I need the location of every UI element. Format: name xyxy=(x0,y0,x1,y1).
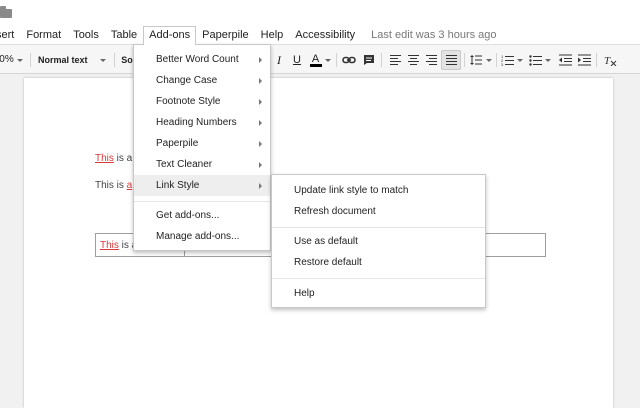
text-color-letter: A xyxy=(311,52,320,65)
svg-text:3: 3 xyxy=(501,62,504,66)
menu-divider xyxy=(134,201,270,202)
caret-icon xyxy=(545,58,551,62)
caret-icon xyxy=(16,58,23,62)
submenu-arrow-icon xyxy=(259,183,262,189)
toolbar: 0% Normal text So I U A 123 T xyxy=(0,44,640,74)
menu-accessibility[interactable]: Accessibility xyxy=(289,26,361,44)
update-link-style-item[interactable]: Update link style to match xyxy=(272,180,485,201)
styled-link[interactable]: a xyxy=(127,180,133,191)
addon-better-word-count[interactable]: Better Word Count xyxy=(134,49,270,70)
addon-text-cleaner[interactable]: Text Cleaner xyxy=(134,154,270,175)
zoom-value: 0% xyxy=(0,54,14,65)
menu-item-label: Footnote Style xyxy=(156,96,221,107)
menu-divider xyxy=(272,278,485,279)
menu-format[interactable]: Format xyxy=(20,26,67,44)
toolbar-divider xyxy=(496,53,497,67)
caret-icon xyxy=(324,58,331,62)
document-paragraph[interactable]: This is a xyxy=(95,153,132,164)
menu-item-label: Heading Numbers xyxy=(156,117,237,128)
paragraph-text: This is xyxy=(95,180,127,191)
toolbar-divider xyxy=(381,53,382,67)
menu-addons[interactable]: Add-ons xyxy=(143,25,197,45)
get-addons-item[interactable]: Get add-ons... xyxy=(134,205,270,226)
help-item[interactable]: Help xyxy=(272,283,485,304)
menu-tools[interactable]: Tools xyxy=(67,26,105,44)
bulleted-list-icon[interactable] xyxy=(528,50,552,70)
menu-item-label: Link Style xyxy=(156,180,200,191)
refresh-document-item[interactable]: Refresh document xyxy=(272,201,485,222)
use-as-default-item[interactable]: Use as default xyxy=(272,231,485,252)
menu-insert[interactable]: sert xyxy=(0,26,20,44)
submenu-arrow-icon xyxy=(259,78,262,84)
caret-icon xyxy=(517,58,523,62)
addon-footnote-style[interactable]: Footnote Style xyxy=(134,91,270,112)
line-spacing-icon[interactable] xyxy=(468,50,492,70)
addon-change-case[interactable]: Change Case xyxy=(134,70,270,91)
text-color-swatch xyxy=(309,63,322,67)
svg-text:T: T xyxy=(604,55,611,66)
menu-divider xyxy=(272,227,485,228)
menu-help[interactable]: Help xyxy=(255,26,290,44)
numbered-list-icon[interactable]: 123 xyxy=(500,50,524,70)
align-justify-icon[interactable] xyxy=(441,50,461,70)
submenu-arrow-icon xyxy=(259,162,262,168)
underline-button[interactable]: U xyxy=(288,50,306,70)
italic-button[interactable]: I xyxy=(270,50,288,70)
top-bar: sert Format Tools Table Add-ons Paperpil… xyxy=(0,0,640,45)
menu-table[interactable]: Table xyxy=(105,26,143,44)
font-select[interactable]: So xyxy=(120,50,134,70)
style-value: Normal text xyxy=(38,55,88,65)
text-color-button[interactable]: A xyxy=(307,50,333,70)
addon-heading-numbers[interactable]: Heading Numbers xyxy=(134,112,270,133)
submenu-arrow-icon xyxy=(259,141,262,147)
align-right-icon[interactable] xyxy=(422,50,440,70)
align-left-icon[interactable] xyxy=(386,50,404,70)
menu-item-label: Change Case xyxy=(156,75,218,86)
link-icon[interactable] xyxy=(340,50,358,70)
addon-paperpile[interactable]: Paperpile xyxy=(134,133,270,154)
toolbar-divider xyxy=(30,53,31,67)
comment-icon[interactable] xyxy=(360,50,378,70)
toolbar-divider xyxy=(336,53,337,67)
menu-item-label: Paperpile xyxy=(156,138,199,149)
manage-addons-item[interactable]: Manage add-ons... xyxy=(134,226,270,247)
align-center-icon[interactable] xyxy=(404,50,422,70)
link-style-submenu: Update link style to match Refresh docum… xyxy=(271,174,486,308)
document-paragraph[interactable]: This is a xyxy=(95,180,132,191)
styled-link[interactable]: This xyxy=(95,153,114,164)
menu-bar: sert Format Tools Table Add-ons Paperpil… xyxy=(0,25,497,45)
caret-icon xyxy=(99,58,106,62)
clear-formatting-icon[interactable]: T xyxy=(602,50,620,70)
menu-paperpile[interactable]: Paperpile xyxy=(196,26,254,44)
zoom-select[interactable]: 0% xyxy=(0,50,23,70)
table-cell-text[interactable]: This is a xyxy=(100,240,137,251)
paragraph-text: is a xyxy=(113,153,133,164)
caret-icon xyxy=(485,58,492,62)
toolbar-divider xyxy=(114,53,115,67)
styled-link[interactable]: This xyxy=(100,240,119,251)
submenu-arrow-icon xyxy=(259,120,262,126)
increase-indent-icon[interactable] xyxy=(575,50,593,70)
submenu-arrow-icon xyxy=(259,57,262,63)
restore-default-item[interactable]: Restore default xyxy=(272,252,485,273)
submenu-arrow-icon xyxy=(259,99,262,105)
style-select[interactable]: Normal text xyxy=(38,50,110,70)
addons-menu: Better Word Count Change Case Footnote S… xyxy=(133,44,271,251)
toolbar-divider xyxy=(464,53,465,67)
decrease-indent-icon[interactable] xyxy=(556,50,574,70)
menu-item-label: Text Cleaner xyxy=(156,159,213,170)
addon-link-style[interactable]: Link Style xyxy=(134,175,270,196)
font-value: So xyxy=(121,55,133,65)
menu-item-label: Better Word Count xyxy=(156,54,239,65)
last-edit-status[interactable]: Last edit was 3 hours ago xyxy=(371,29,496,41)
toolbar-divider xyxy=(596,53,597,67)
folder-icon[interactable] xyxy=(0,6,12,18)
